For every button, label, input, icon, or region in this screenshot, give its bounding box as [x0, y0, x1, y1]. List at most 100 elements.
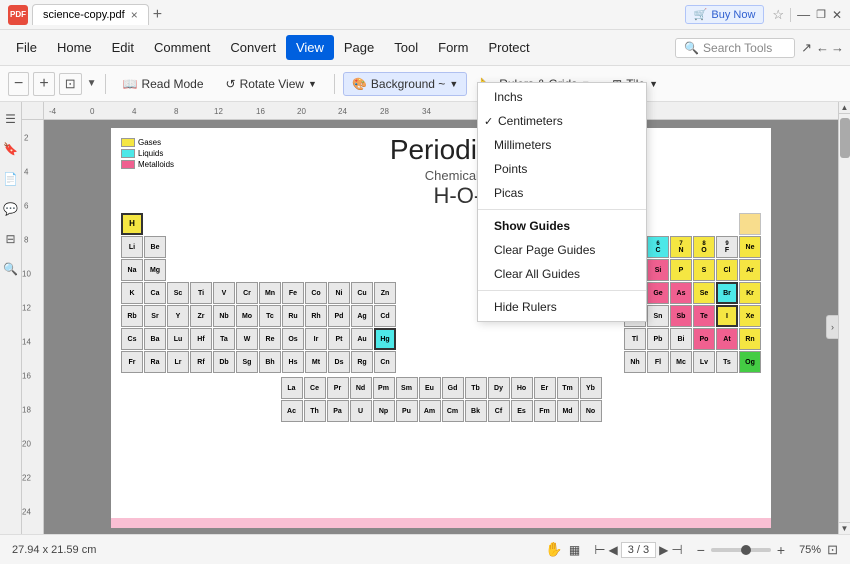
zoom-slider[interactable] [711, 548, 771, 552]
element-Li: Li [121, 236, 143, 258]
element-Th: Th [304, 400, 326, 422]
scroll-up-button[interactable]: ▲ [839, 102, 850, 114]
read-mode-button[interactable]: 📖 Read Mode [114, 72, 213, 96]
element-Ru: Ru [282, 305, 304, 327]
element-Ce: Ce [304, 377, 326, 399]
scroll-down-button[interactable]: ▼ [839, 522, 850, 534]
element-At: At [716, 328, 738, 350]
element-Tc: Tc [259, 305, 281, 327]
page-menu[interactable]: Page [334, 35, 384, 60]
tile-dropdown-icon[interactable]: ▼ [649, 79, 658, 89]
element-Ar: Ar [739, 259, 761, 281]
statusbar: 27.94 x 21.59 cm ✋ ▦ ⊢ ◀ 3 / 3 ▶ ⊣ − + 7… [0, 534, 850, 564]
element-Yb: Yb [580, 377, 602, 399]
element-O: 8O [693, 236, 715, 258]
toolbar-separator-1 [105, 74, 106, 94]
form-menu[interactable]: Form [428, 35, 478, 60]
dropdown-item-hide-rulers[interactable]: Hide Rulers [478, 295, 646, 319]
fit-button[interactable]: ⊡ [59, 73, 82, 95]
separator [790, 8, 791, 22]
zoom-out-button[interactable]: − [8, 72, 29, 96]
sidebar-hand-icon[interactable]: ☰ [2, 110, 20, 128]
element-Pu: Pu [396, 400, 418, 422]
tool-menu[interactable]: Tool [384, 35, 428, 60]
tab-close-icon[interactable]: × [131, 8, 138, 22]
element-Mt: Mt [305, 351, 327, 373]
minimize-button[interactable]: — [797, 7, 810, 22]
comment-menu[interactable]: Comment [144, 35, 220, 60]
vertical-scrollbar[interactable]: ▲ ▼ [838, 102, 850, 534]
zoom-in-button[interactable]: + [33, 72, 54, 96]
rotate-view-button[interactable]: ↺ Rotate View ▼ [217, 72, 326, 96]
buy-now-button[interactable]: 🛒 Buy Now [685, 5, 765, 24]
dropdown-item-millimeters[interactable]: Millimeters [478, 133, 646, 157]
sidebar-comment-icon[interactable]: 💬 [2, 200, 20, 218]
element-Po: Po [693, 328, 715, 350]
element-As: As [670, 282, 692, 304]
sidebar-layers-icon[interactable]: ⊟ [2, 230, 20, 248]
edit-menu[interactable]: Edit [102, 35, 144, 60]
first-page-button[interactable]: ⊢ [594, 542, 605, 558]
element-Lu: Lu [167, 328, 189, 350]
close-button[interactable]: ✕ [832, 8, 842, 22]
element-Og: Og [739, 351, 761, 373]
nav-fwd-icon[interactable]: → [831, 40, 844, 55]
protect-menu[interactable]: Protect [478, 35, 539, 60]
nav-back-icon[interactable]: ← [816, 40, 829, 55]
dropdown-section-units: Inchs Centimeters Millimeters Points Pic… [478, 83, 646, 207]
sidebar-bookmark-icon[interactable]: 🔖 [2, 140, 20, 158]
element-Ds: Ds [328, 351, 350, 373]
element-Ra: Ra [144, 351, 166, 373]
element-Sg: Sg [236, 351, 258, 373]
collapse-arrow[interactable]: › [826, 315, 838, 339]
scroll-thumb[interactable] [840, 118, 850, 158]
file-menu[interactable]: File [6, 35, 47, 60]
sidebar-search-icon[interactable]: 🔍 [2, 260, 20, 278]
element-Ne: Ne [739, 236, 761, 258]
rotate-dropdown-icon[interactable]: ▼ [308, 79, 317, 89]
zoom-thumb[interactable] [741, 545, 751, 555]
prev-page-button[interactable]: ◀ [609, 543, 618, 557]
star-icon: ☆ [772, 7, 784, 23]
convert-menu[interactable]: Convert [220, 35, 286, 60]
active-tab[interactable]: science-copy.pdf × [32, 4, 149, 25]
next-page-button[interactable]: ▶ [659, 543, 668, 557]
dropdown-item-show-guides[interactable]: Show Guides [478, 214, 646, 238]
element-Ba: Ba [144, 328, 166, 350]
dropdown-item-inchs[interactable]: Inchs [478, 85, 646, 109]
zoom-minus-button[interactable]: − [697, 542, 705, 558]
element-placeholder [739, 213, 761, 235]
element-Es: Es [511, 400, 533, 422]
view-menu[interactable]: View [286, 35, 334, 60]
element-Co: Co [305, 282, 327, 304]
dropdown-item-clear-page-guides[interactable]: Clear Page Guides [478, 238, 646, 262]
restore-button[interactable]: ❐ [816, 8, 826, 21]
fit-dropdown-icon[interactable]: ▼ [87, 78, 97, 89]
element-Cf: Cf [488, 400, 510, 422]
select-tool-icon[interactable]: ▦ [569, 543, 580, 557]
search-tools-box[interactable]: 🔍 Search Tools [675, 38, 795, 58]
home-menu[interactable]: Home [47, 35, 102, 60]
hand-tool-icon[interactable]: ✋ [545, 541, 562, 558]
element-Lv: Lv [693, 351, 715, 373]
last-page-button[interactable]: ⊣ [671, 542, 682, 558]
background-button[interactable]: 🎨 Background ~ ▼ [343, 72, 467, 96]
dropdown-item-picas[interactable]: Picas [478, 181, 646, 205]
background-dropdown-icon[interactable]: ▼ [449, 79, 458, 89]
element-W: W [236, 328, 258, 350]
background-icon: 🎨 [352, 77, 367, 91]
element-H: H [121, 213, 143, 235]
dropdown-item-points[interactable]: Points [478, 157, 646, 181]
add-tab-button[interactable]: + [153, 6, 162, 24]
pdf-viewport[interactable]: Gases Liquids Metalloids [44, 120, 838, 534]
dropdown-item-clear-all-guides[interactable]: Clear All Guides [478, 262, 646, 286]
sidebar-pages-icon[interactable]: 📄 [2, 170, 20, 188]
zoom-plus-button[interactable]: + [777, 542, 785, 558]
element-Ni: Ni [328, 282, 350, 304]
read-mode-icon: 📖 [123, 77, 138, 91]
external-link-icon[interactable]: ↗ [801, 40, 812, 56]
element-Ac: Ac [281, 400, 303, 422]
fit-page-button[interactable]: ⊡ [827, 542, 838, 558]
element-Tm: Tm [557, 377, 579, 399]
dropdown-item-centimeters[interactable]: Centimeters [478, 109, 646, 133]
